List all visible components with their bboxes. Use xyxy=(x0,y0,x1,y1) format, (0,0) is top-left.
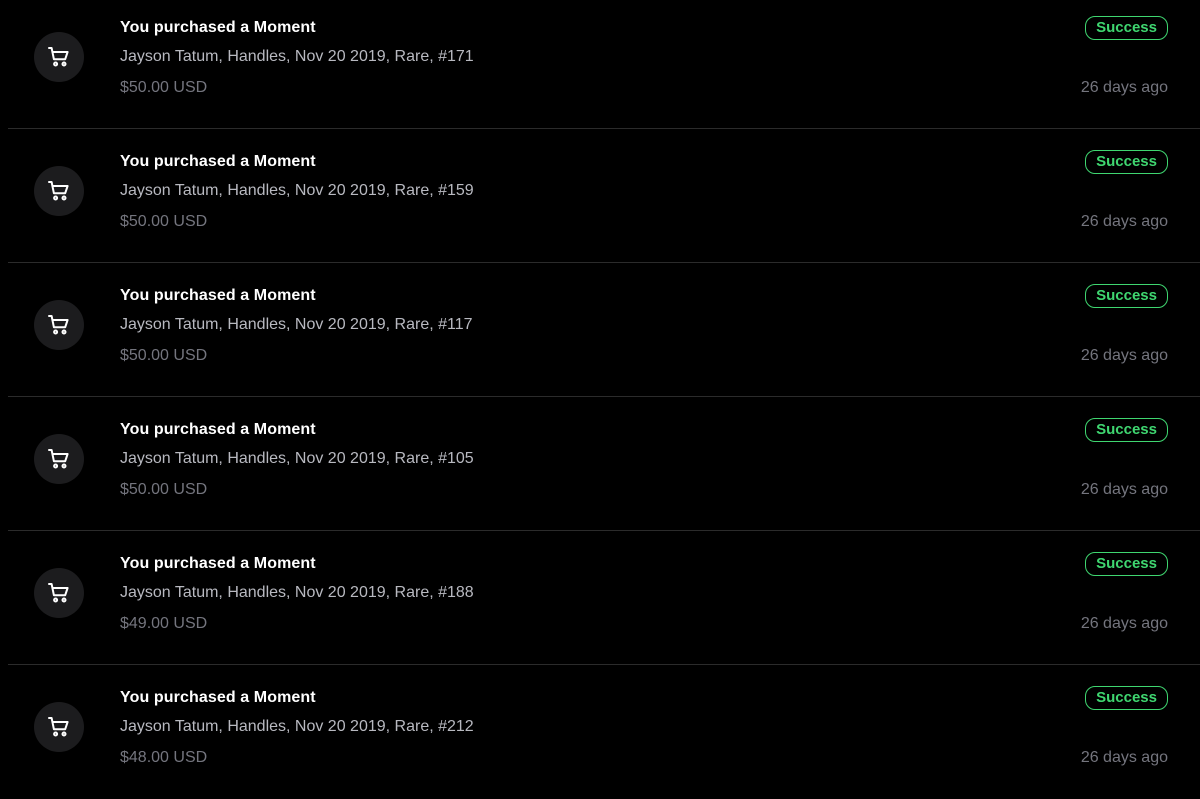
shopping-cart-icon xyxy=(34,434,84,484)
transaction-time: 26 days ago xyxy=(1080,615,1168,632)
transaction-time: 26 days ago xyxy=(1080,79,1168,96)
status-badge: Success xyxy=(1085,418,1168,442)
transaction-row[interactable]: You purchased a Moment Jayson Tatum, Han… xyxy=(8,665,1200,799)
transaction-row[interactable]: You purchased a Moment Jayson Tatum, Han… xyxy=(8,129,1200,263)
transaction-price: $50.00 USD xyxy=(120,79,208,96)
transaction-price: $48.00 USD xyxy=(120,749,208,766)
transaction-description: Jayson Tatum, Handles, Nov 20 2019, Rare… xyxy=(120,316,473,333)
shopping-cart-icon xyxy=(34,568,84,618)
transaction-row[interactable]: You purchased a Moment Jayson Tatum, Han… xyxy=(8,263,1200,397)
transaction-price: $49.00 USD xyxy=(120,615,208,632)
transaction-description: Jayson Tatum, Handles, Nov 20 2019, Rare… xyxy=(120,182,474,199)
transaction-title: You purchased a Moment xyxy=(120,153,316,170)
status-badge: Success xyxy=(1085,16,1168,40)
transaction-row[interactable]: You purchased a Moment Jayson Tatum, Han… xyxy=(8,397,1200,531)
transaction-description: Jayson Tatum, Handles, Nov 20 2019, Rare… xyxy=(120,718,474,735)
transaction-title: You purchased a Moment xyxy=(120,689,316,706)
shopping-cart-icon xyxy=(34,702,84,752)
transaction-price: $50.00 USD xyxy=(120,213,208,230)
transaction-price: $50.00 USD xyxy=(120,481,208,498)
transaction-title: You purchased a Moment xyxy=(120,421,316,438)
transaction-time: 26 days ago xyxy=(1080,481,1168,498)
transaction-time: 26 days ago xyxy=(1080,213,1168,230)
shopping-cart-icon xyxy=(34,32,84,82)
transaction-title: You purchased a Moment xyxy=(120,287,316,304)
shopping-cart-icon xyxy=(34,166,84,216)
transaction-description: Jayson Tatum, Handles, Nov 20 2019, Rare… xyxy=(120,48,474,65)
transaction-description: Jayson Tatum, Handles, Nov 20 2019, Rare… xyxy=(120,450,474,467)
transaction-time: 26 days ago xyxy=(1080,749,1168,766)
transaction-row[interactable]: You purchased a Moment Jayson Tatum, Han… xyxy=(8,531,1200,665)
transaction-row[interactable]: You purchased a Moment Jayson Tatum, Han… xyxy=(8,0,1200,129)
status-badge: Success xyxy=(1085,150,1168,174)
status-badge: Success xyxy=(1085,284,1168,308)
transaction-description: Jayson Tatum, Handles, Nov 20 2019, Rare… xyxy=(120,584,474,601)
transaction-list: You purchased a Moment Jayson Tatum, Han… xyxy=(0,0,1200,789)
transaction-title: You purchased a Moment xyxy=(120,555,316,572)
transaction-time: 26 days ago xyxy=(1080,347,1168,364)
transaction-title: You purchased a Moment xyxy=(120,19,316,36)
shopping-cart-icon xyxy=(34,300,84,350)
status-badge: Success xyxy=(1085,552,1168,576)
transaction-price: $50.00 USD xyxy=(120,347,208,364)
status-badge: Success xyxy=(1085,686,1168,710)
